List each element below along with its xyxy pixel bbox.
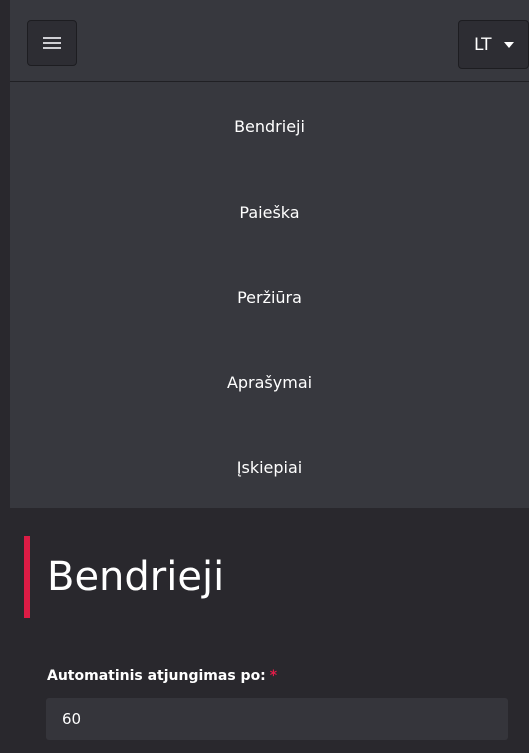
menu-toggle-button[interactable] — [27, 20, 77, 66]
nav-item-aprasymai[interactable]: Aprašymai — [10, 340, 529, 425]
timeout-input[interactable] — [46, 698, 508, 740]
timeout-field-label: Automatinis atjungimas po: * — [47, 668, 277, 684]
navbar-top: LT — [10, 0, 529, 82]
language-dropdown[interactable]: LT — [458, 20, 529, 69]
caret-down-icon — [503, 41, 514, 48]
required-marker: * — [269, 668, 278, 684]
nav-item-paieska[interactable]: Paieška — [10, 170, 529, 255]
title-block: Bendrieji — [24, 536, 224, 618]
title-accent-bar — [24, 536, 30, 618]
nav-menu: Bendrieji Paieška Peržiūra Aprašymai Įsk… — [10, 82, 529, 510]
nav-item-bendrieji[interactable]: Bendrieji — [10, 82, 529, 170]
nav-item-perziura[interactable]: Peržiūra — [10, 255, 529, 340]
page-title: Bendrieji — [47, 554, 225, 600]
hamburger-icon — [43, 37, 61, 49]
nav-item-iskiepiai[interactable]: Įskiepiai — [10, 425, 529, 510]
navbar: LT Bendrieji Paieška Peržiūra Aprašymai … — [10, 0, 529, 508]
language-label: LT — [474, 34, 492, 55]
main-content: Bendrieji Automatinis atjungimas po: * — [0, 508, 529, 753]
timeout-label-text: Automatinis atjungimas po: — [47, 668, 266, 684]
